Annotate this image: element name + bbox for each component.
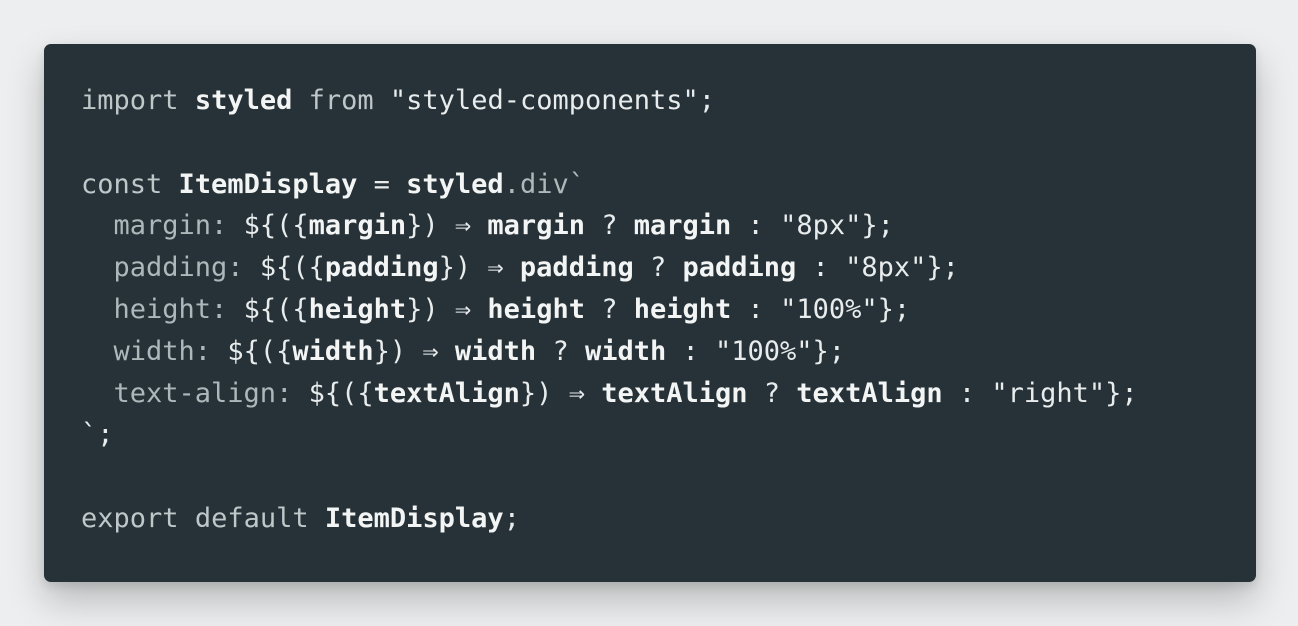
code-token: width	[584, 335, 667, 367]
code-token: height	[487, 293, 585, 325]
code-token: .div`	[503, 168, 585, 200]
code-token: ItemDisplay	[324, 502, 504, 534]
code-token: : "100%"};	[666, 335, 846, 367]
code-line: height: ${({height}) ⇒ height ? height :…	[81, 289, 1138, 331]
code-line: margin: ${({margin}) ⇒ margin ? margin :…	[81, 205, 1138, 247]
code-token: const	[81, 168, 163, 200]
code-token: ?	[747, 377, 797, 409]
code-token: styled	[406, 168, 504, 200]
code-line: text-align: ${({textAlign}) ⇒ textAlign …	[81, 373, 1138, 415]
code-token: margin	[487, 210, 585, 242]
code-token: ${({	[243, 210, 309, 242]
code-token: width	[292, 335, 374, 367]
code-token: ${({	[227, 335, 293, 367]
code-token: padding	[519, 252, 634, 284]
code-token: ?	[536, 335, 585, 367]
code-token: height	[633, 293, 732, 325]
code-token: ${({	[259, 252, 325, 284]
code-token: ${({	[243, 293, 309, 325]
code-token: export	[81, 502, 179, 534]
code-token: padding:	[81, 252, 260, 284]
code-token: ?	[633, 252, 683, 284]
code-token: styled	[194, 85, 293, 116]
code-block[interactable]: import styled from "styled-components"; …	[81, 80, 1138, 540]
code-token: "styled-components";	[373, 85, 716, 116]
code-token: ?	[584, 293, 634, 325]
code-token: width	[454, 335, 537, 367]
code-token: }) ⇒	[438, 252, 520, 284]
code-token: textAlign	[601, 377, 748, 409]
code-token: }) ⇒	[406, 293, 488, 325]
code-token: from	[308, 85, 374, 116]
code-line: `;	[81, 414, 1138, 456]
code-line: padding: ${({padding}) ⇒ padding ? paddi…	[81, 247, 1138, 289]
code-token: : "100%"};	[731, 293, 911, 325]
code-token: ${({	[308, 377, 374, 409]
code-token: textAlign	[796, 377, 943, 409]
code-token: ?	[584, 210, 634, 242]
code-token: height:	[81, 293, 244, 325]
code-line: export default ItemDisplay;	[81, 498, 1138, 540]
code-token: : "8px"};	[796, 252, 959, 284]
code-token: : "8px"};	[731, 210, 894, 242]
code-line: import styled from "styled-components";	[81, 80, 1138, 122]
code-token: =	[357, 168, 407, 200]
code-token: default	[194, 502, 309, 534]
code-token: : "right"};	[942, 377, 1138, 409]
code-token: `;	[81, 419, 114, 451]
code-line: const ItemDisplay = styled.div`	[81, 164, 1138, 206]
code-token: }) ⇒	[519, 377, 602, 409]
code-token: padding	[682, 252, 797, 284]
code-token: }) ⇒	[406, 210, 488, 242]
code-token: height	[308, 293, 407, 325]
code-token: ItemDisplay	[178, 168, 358, 200]
code-window: import styled from "styled-components"; …	[44, 44, 1256, 582]
code-token: margin:	[81, 210, 244, 242]
code-token: margin	[633, 210, 732, 242]
code-token: import	[81, 85, 179, 116]
code-token: ;	[503, 502, 520, 534]
code-token: textAlign	[373, 377, 520, 409]
code-token: text-align:	[81, 377, 309, 409]
code-token: margin	[308, 210, 407, 242]
code-token: padding	[324, 252, 439, 284]
code-token: }) ⇒	[373, 335, 455, 367]
code-line: width: ${({width}) ⇒ width ? width : "10…	[81, 331, 1138, 373]
code-token: width:	[81, 335, 228, 367]
